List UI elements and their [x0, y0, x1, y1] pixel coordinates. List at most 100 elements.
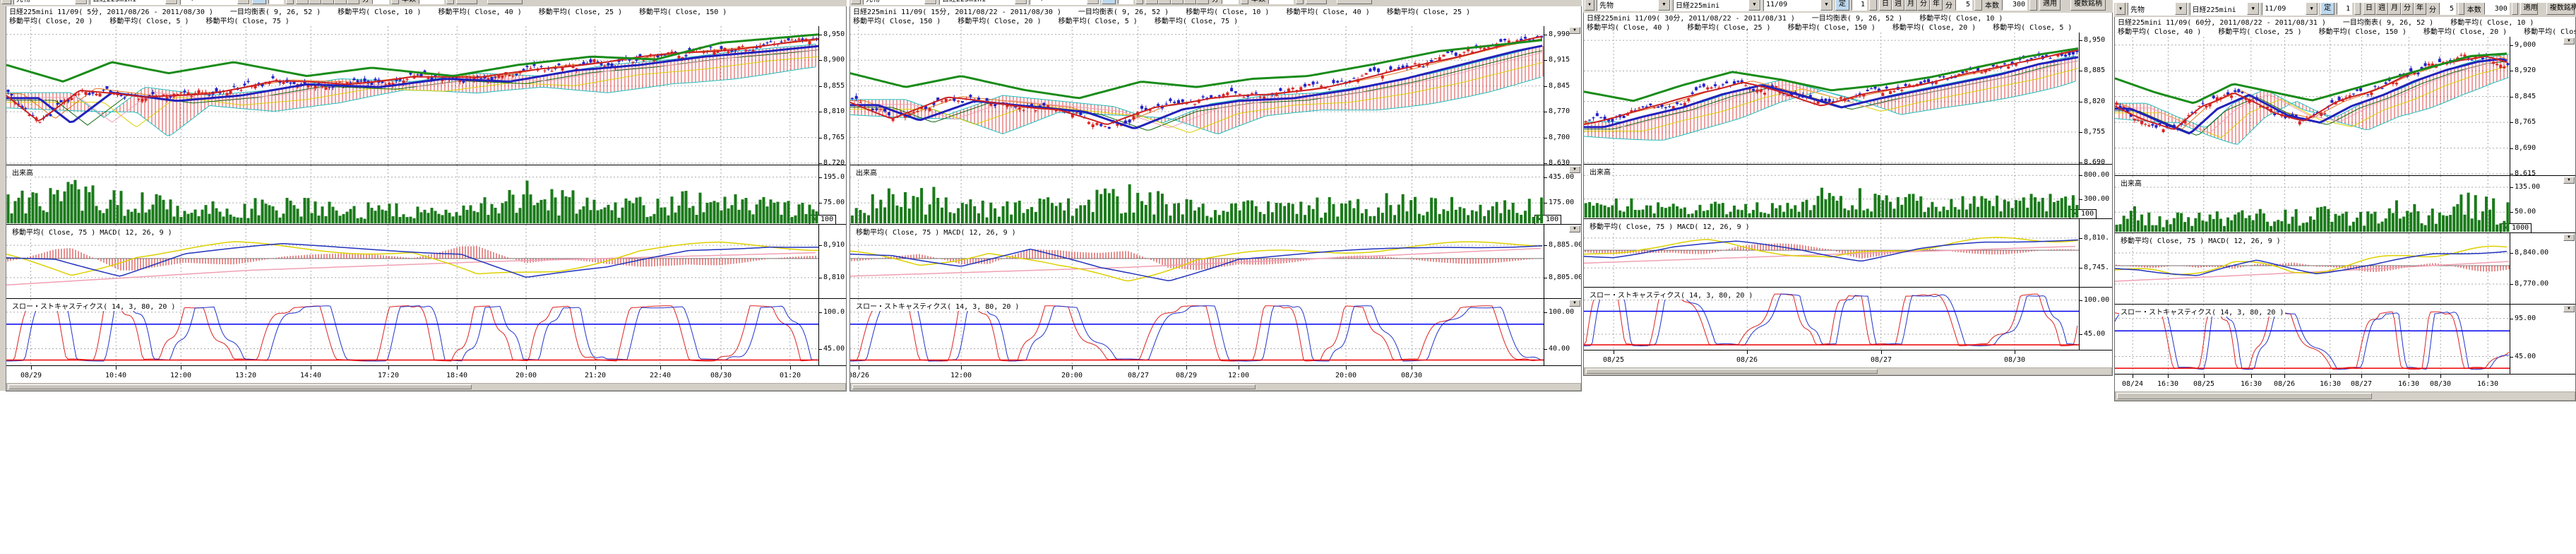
horizontal-scrollbar[interactable] [1584, 367, 2112, 375]
fixed-period-button[interactable]: 定 [252, 0, 266, 4]
minute-value-input[interactable] [1222, 0, 1239, 4]
price-axis: 8,9508,8858,8208,7558,690 [2079, 33, 2112, 164]
spinner-button[interactable] [1974, 0, 1982, 11]
period-週-button[interactable]: 週 [1158, 0, 1171, 4]
macd-axis: ▼8,840.008,770.00 [2510, 233, 2575, 304]
period-年-button[interactable]: 年 [1196, 0, 1209, 4]
volume-label: 出来高 [11, 167, 35, 177]
horizontal-scrollbar[interactable] [6, 383, 846, 391]
spinner-button[interactable] [2512, 3, 2518, 15]
scrollbar-thumb[interactable] [2117, 393, 2372, 399]
period-月-button[interactable]: 月 [1904, 0, 1917, 11]
apply-button[interactable]: 適用 [2520, 3, 2538, 15]
interval-count-input[interactable] [1852, 0, 1867, 11]
period-日-button[interactable]: 日 [1879, 0, 1892, 11]
period-分-button[interactable]: 分 [2401, 3, 2414, 15]
bar-count-input[interactable] [2484, 3, 2510, 15]
spinner-button[interactable] [1241, 0, 1248, 4]
contract-month-select[interactable]: 11/09 ▼ [1763, 0, 1833, 11]
minute-value-input[interactable] [1955, 0, 1972, 11]
contract-month-value: 11/09 [183, 0, 204, 2]
fixed-period-button[interactable]: 定 [1835, 0, 1849, 11]
multi-symbol-button[interactable]: 複数銘柄 [1337, 0, 1372, 4]
toolbar-menu-button[interactable]: ▼ [1, 0, 11, 4]
pane-scroll-down-button[interactable]: ▼ [2563, 234, 2575, 241]
symbol-select[interactable]: 日経225mini ▼ [2190, 3, 2260, 16]
axis-tick-label: 8,770.00 [2510, 281, 2548, 288]
instrument-type-select[interactable]: 先物 ▼ [1597, 0, 1671, 11]
contract-month-select[interactable]: 11/09 ▼ [180, 0, 250, 5]
spinner-button[interactable] [286, 0, 294, 4]
pane-scroll-down-button[interactable]: ▼ [1569, 300, 1580, 307]
title-segment: 移動平均( Close, 5 ) [109, 17, 189, 26]
period-週-button[interactable]: 週 [2375, 3, 2388, 15]
bar-count-input[interactable] [1268, 0, 1294, 4]
bar-count-input[interactable] [419, 0, 444, 4]
apply-button[interactable]: 適用 [1306, 0, 1327, 4]
horizontal-scrollbar[interactable] [850, 383, 1581, 391]
time-tick-label: 08/27 [1871, 356, 1892, 364]
spinner-button[interactable] [1135, 0, 1143, 4]
title-segment: 移動平均( Close, 25 ) [539, 8, 622, 17]
apply-button[interactable]: 適用 [2039, 0, 2061, 11]
period-年-button[interactable]: 年 [2414, 3, 2426, 15]
period-日-button[interactable]: 日 [2363, 3, 2375, 15]
pane-scroll-down-button[interactable]: ▼ [2563, 177, 2575, 184]
horizontal-scrollbar[interactable] [2115, 391, 2575, 401]
contract-month-select[interactable]: 11/09 ▼ [1030, 0, 1099, 5]
axis-tick-label: 8,770 [1544, 108, 1570, 115]
interval-count-input[interactable] [268, 0, 284, 4]
period-年-button[interactable]: 年 [1930, 0, 1943, 11]
scrollbar-thumb[interactable] [8, 384, 472, 389]
spinner-button[interactable] [446, 0, 454, 4]
interval-count-input[interactable] [1118, 0, 1133, 4]
apply-button[interactable]: 適用 [456, 0, 477, 4]
instrument-type-select[interactable]: 先物 ▼ [863, 0, 937, 5]
period-分-button[interactable]: 分 [1917, 0, 1930, 11]
minute-value-input[interactable] [372, 0, 389, 4]
pane-scroll-down-button[interactable]: ▼ [2563, 37, 2575, 45]
scrollbar-thumb[interactable] [852, 384, 1256, 389]
spinner-button[interactable] [2458, 3, 2464, 15]
period-年-button[interactable]: 年 [347, 0, 359, 4]
multi-symbol-button[interactable]: 複数銘柄 [487, 0, 523, 4]
window-frame-edge[interactable] [0, 6, 6, 391]
fixed-period-button[interactable]: 定 [1102, 0, 1116, 4]
contract-month-select[interactable]: 11/09 ▼ [2262, 3, 2318, 16]
toolbar-menu-button[interactable]: ▼ [2116, 3, 2125, 15]
pane-scroll-down-button[interactable]: ▼ [1569, 225, 1580, 232]
time-tick-label: 20:00 [1061, 372, 1083, 379]
period-週-button[interactable]: 週 [309, 0, 321, 4]
multi-symbol-button[interactable]: 複数銘柄 [2070, 0, 2106, 11]
symbol-select[interactable]: 日経225mini ▼ [1673, 0, 1761, 11]
symbol-select[interactable]: 日経225mini ▼ [939, 0, 1027, 5]
pane-scroll-down-button[interactable]: ▼ [2563, 305, 2575, 312]
pane-scroll-down-button[interactable]: ▼ [1569, 166, 1580, 173]
pane-scroll-down-button[interactable]: ▼ [1569, 27, 1580, 34]
multi-symbol-button[interactable]: 複数銘柄 [2546, 3, 2575, 15]
fixed-period-button[interactable]: 定 [2320, 3, 2334, 15]
symbol-select[interactable]: 日経225mini ▼ [90, 0, 178, 5]
interval-count-input[interactable] [2337, 3, 2352, 15]
period-分-button[interactable]: 分 [1183, 0, 1196, 4]
toolbar-menu-button[interactable]: ▼ [1585, 0, 1594, 11]
period-分-button[interactable]: 分 [334, 0, 347, 4]
instrument-type-select[interactable]: 先物 ▼ [2128, 3, 2188, 16]
spinner-button[interactable] [1296, 0, 1304, 4]
period-週-button[interactable]: 週 [1892, 0, 1904, 11]
scrollbar-thumb[interactable] [1586, 369, 1878, 374]
spinner-button[interactable] [2354, 3, 2361, 15]
spinner-button[interactable] [391, 0, 399, 4]
bar-count-input[interactable] [2002, 0, 2027, 11]
instrument-type-select[interactable]: 先物 ▼ [13, 0, 88, 5]
period-日-button[interactable]: 日 [296, 0, 309, 4]
macd-histogram [2116, 262, 2509, 271]
spinner-button[interactable] [2029, 0, 2037, 11]
toolbar-menu-button[interactable]: ▼ [851, 0, 861, 4]
spinner-button[interactable] [1869, 0, 1877, 11]
period-日-button[interactable]: 日 [1145, 0, 1158, 4]
minute-value-input[interactable] [2439, 3, 2456, 15]
period-月-button[interactable]: 月 [1171, 0, 1183, 4]
period-月-button[interactable]: 月 [321, 0, 334, 4]
period-月-button[interactable]: 月 [2388, 3, 2401, 15]
